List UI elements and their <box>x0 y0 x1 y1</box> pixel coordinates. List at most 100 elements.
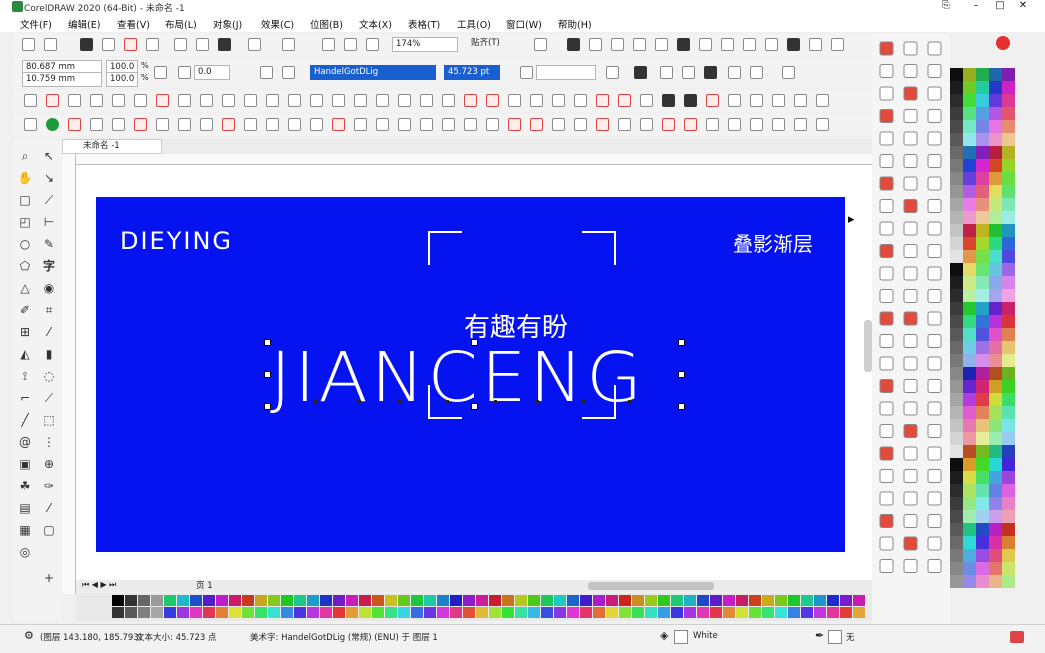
shape-icon[interactable] <box>765 38 778 51</box>
underline-icon[interactable] <box>606 66 619 79</box>
menu-layout[interactable]: 布局(L) <box>165 17 197 31</box>
warning-tool-icon[interactable]: △ <box>17 280 33 296</box>
selection-handle-top-center[interactable] <box>471 339 478 346</box>
plugin-icon[interactable] <box>376 118 389 131</box>
print-icon[interactable] <box>146 38 159 51</box>
record-indicator-icon[interactable] <box>996 36 1010 50</box>
selection-handle-bottom-right[interactable] <box>678 403 685 410</box>
pen-tool-icon[interactable]: ✎ <box>41 236 57 252</box>
plugin-icon[interactable] <box>200 94 213 107</box>
palette-color-swatches[interactable] <box>950 68 1016 590</box>
plugin-icon[interactable] <box>68 118 81 131</box>
plugin-icon[interactable] <box>112 118 125 131</box>
eyedropper-icon[interactable]: ⁄ <box>41 324 57 340</box>
font-family-field[interactable]: HandelGotDLig <box>310 65 436 80</box>
polygon-tool-icon[interactable]: ⬠ <box>17 258 33 274</box>
plugin-icon[interactable] <box>112 94 125 107</box>
align-guides-icon[interactable] <box>589 38 602 51</box>
trim-icon[interactable] <box>699 38 712 51</box>
plugin-icon[interactable] <box>508 94 521 107</box>
menu-help[interactable]: 帮助(H) <box>558 17 592 31</box>
plugin-icon[interactable] <box>640 94 653 107</box>
roughen-tool-icon[interactable]: ☘ <box>17 478 33 494</box>
plugin-icon[interactable] <box>442 118 455 131</box>
tab-document[interactable]: 未命名 -1 <box>62 139 162 154</box>
menu-text[interactable]: 文本(X) <box>359 17 392 31</box>
plugin-icon[interactable] <box>178 94 191 107</box>
maximize-button[interactable]: □ <box>992 0 1008 12</box>
combine-icon[interactable] <box>655 38 668 51</box>
plugin-icon[interactable] <box>464 94 477 107</box>
artboard-background[interactable]: DIEYING 叠影渐层 有趣有盼 JIANCENG <box>96 197 845 552</box>
plugin-icon[interactable] <box>552 118 565 131</box>
glyph-node[interactable] <box>314 400 317 403</box>
horizontal-scrollbar-thumb[interactable] <box>588 582 714 590</box>
eraser-tool-icon[interactable]: ⁄ <box>41 500 57 516</box>
menu-table[interactable]: 表格(T) <box>408 17 440 31</box>
new-document-icon[interactable] <box>22 38 35 51</box>
add-tool-icon[interactable]: + <box>41 570 57 586</box>
plugin-icon[interactable] <box>552 94 565 107</box>
selection-handle-bottom-center[interactable] <box>471 403 478 410</box>
plugin-icon[interactable] <box>772 94 785 107</box>
paragraph-icon[interactable] <box>704 66 717 79</box>
plugin-icon[interactable] <box>574 94 587 107</box>
bullets-icon[interactable] <box>660 66 673 79</box>
text-align-icon[interactable] <box>634 66 647 79</box>
plugin-icon[interactable] <box>398 118 411 131</box>
glyph-node[interactable] <box>358 400 361 403</box>
node-tool-icon[interactable]: ⋮ <box>41 434 57 450</box>
docker-icons[interactable] <box>872 34 950 624</box>
plugin-icon[interactable] <box>684 118 697 131</box>
horizontal-scrollbar[interactable]: ⏮ ◀ ▶ ⏭ 页 1 <box>76 580 872 592</box>
plugin-icon[interactable] <box>662 94 675 107</box>
plugin-icon[interactable] <box>728 118 741 131</box>
plugin-icon[interactable] <box>816 118 829 131</box>
main-title-text[interactable]: JIANCENG <box>270 337 645 417</box>
pick-tool-icon[interactable]: ↖ <box>41 148 57 164</box>
pan-tool-icon[interactable]: ✋ <box>17 170 33 186</box>
menu-window[interactable]: 窗口(W) <box>506 17 542 31</box>
rotation-field[interactable]: 0.0 <box>194 65 230 80</box>
menu-object[interactable]: 对象(J) <box>213 17 242 31</box>
minimize-button[interactable]: – <box>968 0 984 12</box>
blend-tool-icon[interactable]: ⟟ <box>17 368 33 384</box>
plugin-icon[interactable] <box>24 94 37 107</box>
menu-view[interactable]: 查看(V) <box>117 17 150 31</box>
zoom-level-field[interactable]: 174% <box>392 37 458 52</box>
selection-handle-top-right[interactable] <box>678 339 685 346</box>
menu-effects[interactable]: 效果(C) <box>261 17 294 31</box>
frame-tool-icon[interactable]: ▢ <box>41 522 57 538</box>
plugin-icon[interactable] <box>618 94 631 107</box>
plugin-icon[interactable] <box>332 94 345 107</box>
plugin-icon[interactable] <box>662 118 675 131</box>
save-as-icon[interactable] <box>102 38 115 51</box>
scale-height-field[interactable]: 100.0 <box>106 72 138 87</box>
snap-to-dropdown[interactable]: 贴齐(T) <box>468 37 526 52</box>
redo-icon[interactable] <box>282 38 295 51</box>
glyph-node[interactable] <box>446 400 449 403</box>
lock-ratio-icon[interactable] <box>154 66 167 79</box>
vertical-ruler[interactable] <box>62 154 76 594</box>
export-icon[interactable] <box>344 38 357 51</box>
transparency-tool-icon[interactable]: ◌ <box>41 368 57 384</box>
shape-tool-icon[interactable]: ↘ <box>41 170 57 186</box>
settings-gear-icon[interactable]: ⚙ <box>24 629 34 642</box>
open-icon[interactable] <box>44 38 57 51</box>
glyph-node[interactable] <box>628 400 631 403</box>
plugin-icon[interactable] <box>508 118 521 131</box>
plugin-icon[interactable] <box>244 118 257 131</box>
zoom-tool-icon[interactable]: ⌕ <box>17 148 33 164</box>
y-position-field[interactable]: 10.759 mm <box>22 72 102 87</box>
menu-tools[interactable]: 工具(O) <box>457 17 491 31</box>
plugin-icon[interactable] <box>750 94 763 107</box>
selection-handle-bottom-left[interactable] <box>264 403 271 410</box>
artistic-media-icon[interactable]: ✐ <box>17 302 33 318</box>
plugin-icon[interactable] <box>332 118 345 131</box>
quick-customize-icon[interactable] <box>1010 631 1024 643</box>
knife-tool-icon[interactable]: ⟋ <box>41 390 57 406</box>
freehand-tool-icon[interactable]: ⟋ <box>41 192 57 208</box>
plugin-icon[interactable] <box>596 118 609 131</box>
plugin-icon[interactable] <box>596 94 609 107</box>
glyph-node[interactable] <box>536 400 539 403</box>
